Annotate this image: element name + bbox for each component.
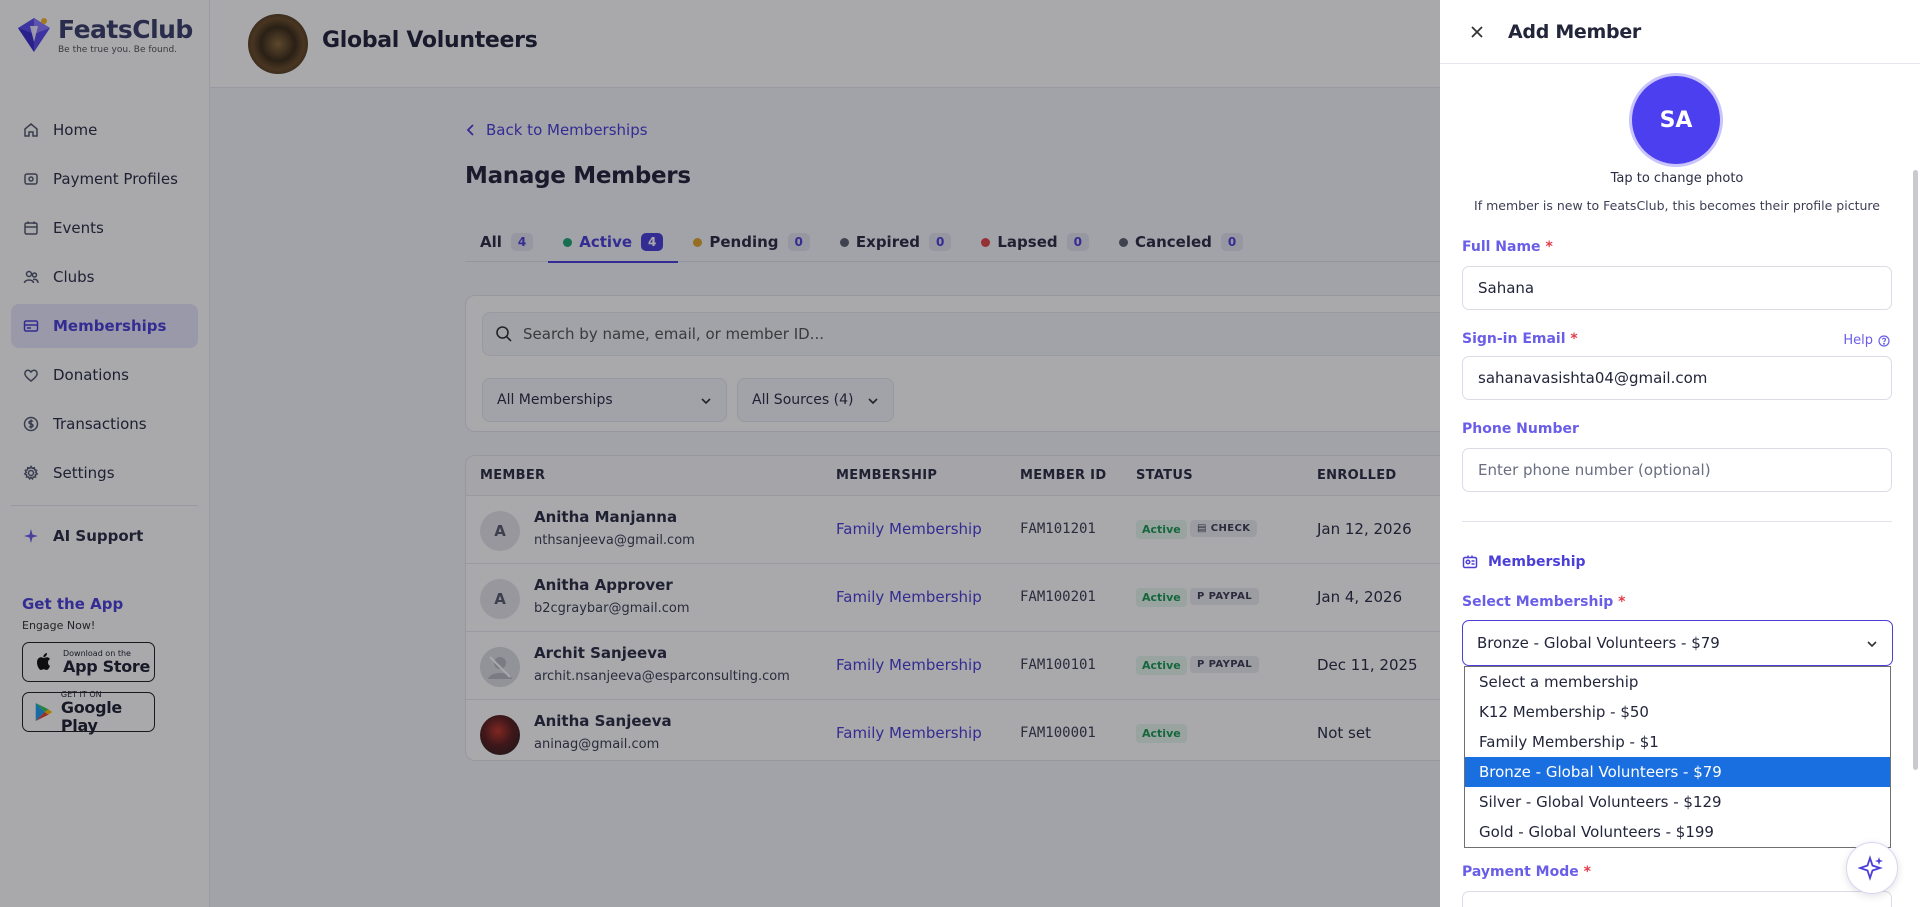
full-name-field[interactable] (1462, 266, 1892, 310)
member-photo-avatar[interactable]: SA (1629, 73, 1723, 167)
drawer-header: Add Member (1440, 0, 1920, 64)
payment-mode-label: Payment Mode * (1462, 864, 1591, 880)
payment-mode-field[interactable] (1462, 891, 1892, 907)
add-member-drawer: Add Member SA Tap to change photo If mem… (1440, 0, 1920, 907)
membership-option-selected[interactable]: Bronze - Global Volunteers - $79 (1465, 757, 1890, 787)
membership-select[interactable]: Bronze - Global Volunteers - $79 (1462, 620, 1893, 666)
email-input[interactable] (1478, 369, 1878, 387)
membership-select-value: Bronze - Global Volunteers - $79 (1477, 634, 1720, 652)
drawer-scrollbar[interactable] (1913, 170, 1918, 770)
photo-help-text: If member is new to FeatsClub, this beco… (1474, 198, 1880, 213)
membership-section-heading: Membership (1462, 554, 1586, 570)
help-circle-icon (1878, 334, 1890, 347)
help-label: Help (1843, 333, 1873, 348)
close-icon[interactable] (1470, 25, 1484, 39)
section-divider (1462, 521, 1892, 522)
chevron-down-icon (1867, 641, 1877, 648)
full-name-label: Full Name * (1462, 239, 1553, 255)
select-membership-label: Select Membership * (1462, 594, 1626, 610)
full-name-input[interactable] (1478, 279, 1878, 297)
membership-option[interactable]: Silver - Global Volunteers - $129 (1465, 787, 1890, 817)
membership-option[interactable]: K12 Membership - $50 (1465, 697, 1890, 727)
ai-assistant-button[interactable] (1846, 842, 1898, 894)
phone-number-label: Phone Number (1462, 421, 1579, 437)
help-link[interactable]: Help (1843, 333, 1890, 348)
id-card-icon (1462, 555, 1478, 569)
drawer-title: Add Member (1508, 20, 1641, 43)
sparkle-icon (1858, 855, 1883, 881)
membership-option[interactable]: Family Membership - $1 (1465, 727, 1890, 757)
sign-in-email-label: Sign-in Email * (1462, 331, 1578, 347)
section-title: Membership (1488, 554, 1586, 570)
phone-number-field[interactable] (1462, 448, 1892, 492)
phone-input[interactable] (1478, 461, 1878, 479)
membership-option[interactable]: Select a membership (1465, 667, 1890, 697)
membership-option[interactable]: Gold - Global Volunteers - $199 (1465, 817, 1890, 847)
change-photo-hint[interactable]: Tap to change photo (1440, 171, 1914, 186)
sign-in-email-field[interactable] (1462, 356, 1892, 400)
membership-options-list: Select a membership K12 Membership - $50… (1464, 666, 1891, 848)
